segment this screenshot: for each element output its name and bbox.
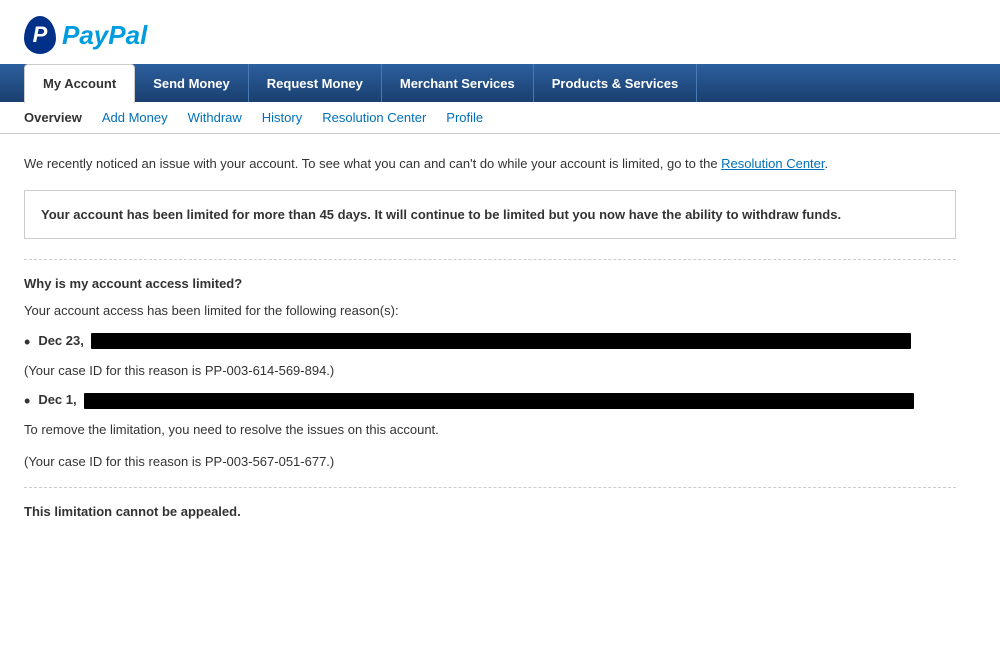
notice-text-before: We recently noticed an issue with your a… <box>24 156 721 171</box>
sec-tab-withdraw[interactable]: Withdraw <box>188 108 242 127</box>
bullet-date-2: Dec 1, <box>38 392 76 407</box>
paypal-text-blue: Pay <box>62 20 108 50</box>
case-id-1: (Your case ID for this reason is PP-003-… <box>24 361 956 381</box>
paypal-wordmark: PayPal <box>62 20 147 51</box>
notice-paragraph: We recently noticed an issue with your a… <box>24 154 956 174</box>
nav-tab-send-money[interactable]: Send Money <box>135 64 249 102</box>
nav-tab-request-money[interactable]: Request Money <box>249 64 382 102</box>
primary-nav: My Account Send Money Request Money Merc… <box>0 64 1000 102</box>
bottom-note: This limitation cannot be appealed. <box>24 504 956 519</box>
bullet-dot-1: • <box>24 333 30 351</box>
bullet-content-2: Dec 1, <box>38 392 956 409</box>
nav-tab-my-account[interactable]: My Account <box>24 64 135 103</box>
sec-tab-history[interactable]: History <box>262 108 302 127</box>
section-title: Why is my account access limited? <box>24 276 956 291</box>
removal-text: To remove the limitation, you need to re… <box>24 420 956 440</box>
sec-tab-add-money[interactable]: Add Money <box>102 108 168 127</box>
resolution-center-link[interactable]: Resolution Center <box>721 156 824 171</box>
bullet-dot-2: • <box>24 392 30 410</box>
bullet-item-1: • Dec 23, <box>24 333 956 351</box>
redacted-bar-2 <box>84 393 914 409</box>
section-intro: Your account access has been limited for… <box>24 301 956 321</box>
logo-area: PayPal <box>0 0 1000 64</box>
paypal-p-icon <box>24 16 56 54</box>
divider-1 <box>24 259 956 260</box>
notice-text-after: . <box>825 156 829 171</box>
bullet-item-2: • Dec 1, <box>24 392 956 410</box>
divider-2 <box>24 487 956 488</box>
bullet-date-1: Dec 23, <box>38 333 84 348</box>
warning-box: Your account has been limited for more t… <box>24 190 956 240</box>
sec-tab-profile[interactable]: Profile <box>446 108 483 127</box>
main-content: We recently noticed an issue with your a… <box>0 134 980 539</box>
sec-tab-overview[interactable]: Overview <box>24 108 82 127</box>
sec-tab-resolution-center[interactable]: Resolution Center <box>322 108 426 127</box>
warning-text: Your account has been limited for more t… <box>41 207 841 222</box>
nav-tab-merchant-services[interactable]: Merchant Services <box>382 64 534 102</box>
secondary-nav: Overview Add Money Withdraw History Reso… <box>0 102 1000 134</box>
redacted-bar-1 <box>91 333 911 349</box>
paypal-logo: PayPal <box>24 16 976 54</box>
bullet-content-1: Dec 23, <box>38 333 956 350</box>
case-id-2: (Your case ID for this reason is PP-003-… <box>24 452 956 472</box>
nav-tab-products-services[interactable]: Products & Services <box>534 64 697 102</box>
paypal-text-light: Pal <box>108 20 147 50</box>
